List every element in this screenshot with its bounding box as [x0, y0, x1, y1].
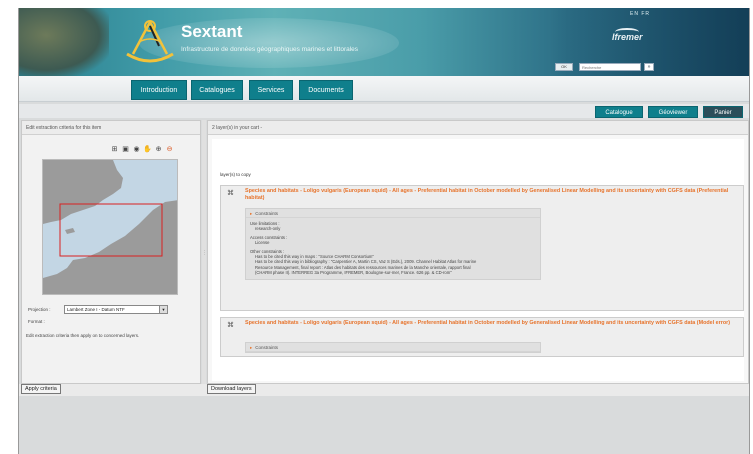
nav-catalogues[interactable]: Catalogues [191, 80, 243, 100]
site-subtitle: Infrastructure de données géographiques … [181, 46, 359, 53]
triangle-icon: ▸ [250, 345, 253, 350]
constraints-box: ▸ Constraints [245, 342, 541, 353]
triangle-icon: ▸ [250, 211, 253, 216]
main-navbar [19, 76, 749, 102]
extent-map[interactable] [42, 159, 178, 295]
draw-box-icon[interactable]: ▣ [121, 145, 130, 154]
format-label: Format : [28, 319, 45, 324]
language-switch[interactable]: EN FR [630, 11, 650, 17]
zoom-in-icon[interactable]: ⊕ [154, 145, 163, 154]
projection-label: Projection : [28, 307, 51, 312]
tab-catalogue[interactable]: Catalogue [595, 106, 643, 118]
cart-content: layer(s) to copy ⌘ Species and habitats … [212, 139, 744, 381]
nav-documents[interactable]: Documents [299, 80, 353, 100]
remove-layer-icon[interactable]: ⌘ [227, 189, 234, 197]
layers-label: layer(s) to copy [220, 172, 251, 177]
extraction-note: Edit extraction criteria then apply on t… [26, 333, 140, 338]
map-canvas [43, 160, 177, 294]
layer-title[interactable]: Species and habitats - Loligo vulgaris (… [245, 320, 741, 327]
remove-layer-icon[interactable]: ⌘ [227, 321, 234, 329]
nav-introduction[interactable]: Introduction [131, 80, 187, 100]
pan-hand-icon[interactable]: ✋ [143, 145, 152, 154]
download-layers-button[interactable]: Download layers [207, 384, 256, 394]
header-banner: Sextant Infrastructure de données géogra… [19, 8, 749, 76]
constraints-body: Use limitations : research-only Access c… [250, 221, 477, 276]
page-bottom [19, 398, 749, 454]
constraints-toggle[interactable]: ▸ Constraints [246, 209, 540, 218]
search-go-button[interactable]: » [644, 63, 654, 71]
projection-select[interactable]: Lambert Zone I - Datum NTF ▼ [64, 305, 168, 314]
cart-panel: 2 layer(s) in your cart - layer(s) to co… [207, 120, 749, 384]
panel-footer [19, 384, 749, 396]
extraction-criteria-panel: Edit extraction criteria for this item ⊞… [21, 120, 201, 384]
layer-title[interactable]: Species and habitats - Loligo vulgaris (… [245, 188, 741, 202]
page-frame: Sextant Infrastructure de données géogra… [18, 8, 750, 454]
ifremer-logo[interactable]: Ifremer [612, 32, 643, 42]
chevron-down-icon[interactable]: ▼ [159, 306, 167, 313]
constraints-box: ▸ Constraints Use limitations : research-… [245, 208, 541, 280]
cart-layer-item: ⌘ Species and habitats - Loligo vulgaris… [220, 185, 744, 311]
search-input[interactable] [579, 63, 641, 71]
projection-value: Lambert Zone I - Datum NTF [67, 307, 125, 312]
cart-panel-header: 2 layer(s) in your cart - [208, 121, 748, 135]
map-toolbar: ⊞ ▣ ◉ ✋ ⊕ ⊖ [110, 145, 174, 154]
panel-splitter[interactable]: ⋮ [202, 120, 207, 384]
nav-services[interactable]: Services [249, 80, 293, 100]
constraints-toggle[interactable]: ▸ Constraints [246, 343, 540, 352]
tab-panier[interactable]: Panier [703, 106, 743, 118]
splitter-handle-icon[interactable]: ⋮ [202, 250, 207, 256]
globe-icon[interactable]: ◉ [132, 145, 141, 154]
search-ok-button[interactable]: OK [555, 63, 573, 71]
cart-layer-item: ⌘ Species and habitats - Loligo vulgaris… [220, 317, 744, 357]
tab-geoviewer[interactable]: Géoviewer [648, 106, 698, 118]
zoom-extent-icon[interactable]: ⊞ [110, 145, 119, 154]
site-title: Sextant [181, 22, 243, 41]
zoom-out-icon[interactable]: ⊖ [165, 145, 174, 154]
extraction-panel-header: Edit extraction criteria for this item [22, 121, 200, 135]
apply-criteria-button[interactable]: Apply criteria [21, 384, 61, 394]
sextant-logo-icon [126, 20, 174, 63]
